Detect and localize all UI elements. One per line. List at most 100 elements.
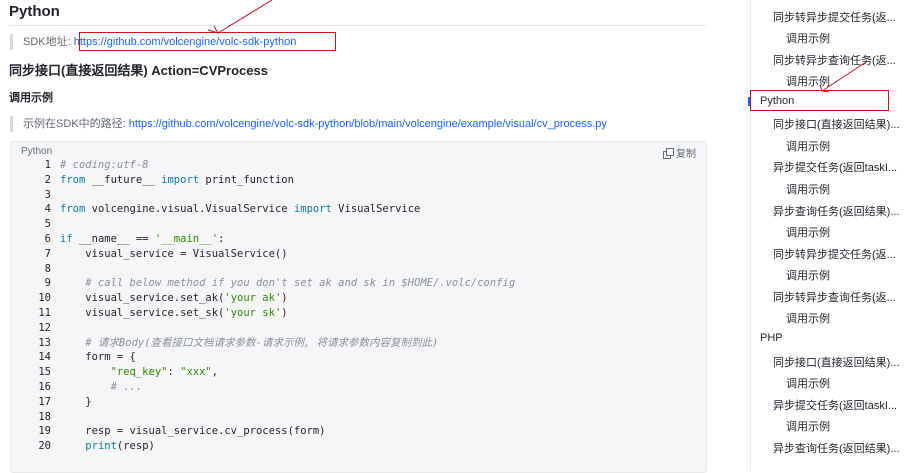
line-number: 16 bbox=[38, 380, 51, 393]
line-number: 6 bbox=[44, 232, 51, 245]
code-token: '__main__' bbox=[154, 232, 219, 245]
line-number: 1 bbox=[44, 159, 51, 171]
heading-python: Python bbox=[9, 3, 60, 20]
code-token: __future__ bbox=[85, 173, 162, 186]
code-token: if bbox=[60, 232, 73, 245]
annotation-box-sdk-link bbox=[79, 32, 336, 51]
line-number: 4 bbox=[44, 203, 51, 216]
code-line: 3 bbox=[11, 188, 706, 203]
code-token: visual_service.set_ak( bbox=[60, 292, 225, 305]
code-token: visual_service.set_sk( bbox=[60, 306, 225, 319]
line-number: 17 bbox=[38, 395, 51, 408]
code-token: # coding:utf-8 bbox=[60, 159, 149, 171]
code-token: # 请求Body(查看接口文档请求参数-请求示例, 将请求参数内容复制到此) bbox=[60, 336, 439, 349]
code-block: Python 复制 1 # coding:utf-8 2 from __future_… bbox=[10, 141, 707, 473]
heading-divider bbox=[9, 25, 706, 26]
toc-divider bbox=[750, 0, 751, 471]
code-line: 20 print (resp) bbox=[11, 439, 706, 454]
code-line: 15 "req_key": "xxx", bbox=[11, 365, 706, 380]
code-line: 7 visual_service = VisualService() bbox=[11, 247, 706, 262]
code-line: 11 visual_service.set_sk('your sk') bbox=[11, 306, 706, 321]
code-line: 17 } bbox=[11, 395, 706, 410]
code-token: ) bbox=[281, 292, 288, 305]
code-language-label: Python bbox=[21, 146, 53, 157]
doc-content: Python SDK地址: https://github.com/volceng… bbox=[0, 0, 712, 473]
line-number: 7 bbox=[44, 247, 51, 260]
toc-item[interactable]: 调用示例 bbox=[786, 224, 921, 240]
toc-sidebar: 同步转异步提交任务(返... 调用示例 同步转异步查询任务(返... 调用示例 Pyth… bbox=[712, 0, 921, 471]
line-number: 2 bbox=[44, 173, 51, 186]
toc-item[interactable]: 异步查询任务(返回结果)... bbox=[773, 440, 921, 456]
code-line: 5 bbox=[11, 217, 706, 232]
toc-item[interactable]: 同步接口(直接返回结果)... bbox=[773, 116, 921, 132]
code-token: print_function bbox=[199, 173, 294, 186]
code-line: 2 from __future__ import print_function bbox=[11, 173, 706, 188]
code-line: 12 bbox=[11, 321, 706, 336]
toc-item[interactable]: 同步接口(直接返回结果)... bbox=[773, 354, 921, 370]
section-title-sync: 同步接口(直接返回结果) Action=CVProcess bbox=[9, 63, 268, 78]
code-line: 10 visual_service.set_ak('your ak') bbox=[11, 291, 706, 306]
example-path-label: 示例在SDK中的路径: bbox=[23, 118, 126, 130]
toc-item[interactable]: 异步查询任务(返回结果)... bbox=[773, 203, 921, 219]
line-number: 15 bbox=[38, 366, 51, 379]
toc-item[interactable]: 异步提交任务(返回taskI... bbox=[773, 397, 921, 413]
code-line: 8 bbox=[11, 262, 706, 277]
code-line: 18 bbox=[11, 410, 706, 425]
code-token: (resp) bbox=[116, 440, 155, 453]
code-token: # ... bbox=[60, 380, 143, 393]
heading-example: 调用示例 bbox=[9, 92, 53, 104]
toc-item[interactable]: 同步转异步提交任务(返... bbox=[773, 246, 921, 262]
toc-item[interactable]: 同步转异步提交任务(返... bbox=[773, 9, 921, 25]
code-token: visual_service = VisualService() bbox=[60, 247, 288, 260]
code-token: from bbox=[60, 173, 86, 186]
code-line: 13 # 请求Body(查看接口文档请求参数-请求示例, 将请求参数内容复制到此… bbox=[11, 336, 706, 351]
line-number: 5 bbox=[44, 218, 51, 231]
code-line: 4 from volcengine.visual.VisualService im… bbox=[11, 202, 706, 217]
example-path-link[interactable]: https://github.com/volcengine/volc-sdk-p… bbox=[129, 118, 607, 130]
toc-item[interactable]: PHP bbox=[760, 332, 920, 344]
code-token: from bbox=[60, 203, 86, 216]
toc-item[interactable]: 调用示例 bbox=[786, 73, 921, 89]
toc-item[interactable]: 调用示例 bbox=[786, 30, 921, 46]
code-token: 'your sk' bbox=[224, 306, 282, 319]
code-token: "xxx" bbox=[180, 366, 212, 379]
line-number: 18 bbox=[38, 410, 51, 423]
code-token: print bbox=[85, 440, 117, 453]
code-line: 9 # call below method if you don't set a… bbox=[11, 276, 706, 291]
toc-item-active[interactable]: Python bbox=[760, 95, 920, 107]
code-token: , bbox=[211, 366, 219, 379]
line-number: 8 bbox=[44, 262, 51, 275]
code-line: 1 # coding:utf-8 bbox=[11, 158, 706, 173]
toc-item[interactable]: 异步提交任务(返回taskI... bbox=[773, 159, 921, 175]
toc-item[interactable]: 同步转异步查询任务(返... bbox=[773, 289, 921, 305]
code-token: : bbox=[167, 366, 181, 379]
code-token: ) bbox=[281, 306, 288, 319]
line-number: 19 bbox=[38, 425, 51, 438]
toc-item[interactable]: 调用示例 bbox=[786, 138, 921, 154]
line-number: 3 bbox=[44, 188, 51, 201]
toc-item[interactable]: 调用示例 bbox=[786, 375, 921, 391]
toc-item[interactable]: 同步转异步查询任务(返... bbox=[773, 52, 921, 68]
line-number: 9 bbox=[44, 277, 51, 290]
line-number: 12 bbox=[38, 321, 51, 334]
toc-item[interactable]: 调用示例 bbox=[786, 181, 921, 197]
code-line: 6 if __name__ == '__main__': bbox=[11, 232, 706, 247]
code-line: 16 # ... bbox=[11, 380, 706, 395]
toc-item[interactable]: 调用示例 bbox=[786, 310, 921, 326]
sdk-address-label: SDK地址: bbox=[23, 36, 71, 48]
code-line: 19 resp = visual_service.cv_process(form… bbox=[11, 424, 706, 439]
line-number: 20 bbox=[38, 440, 51, 453]
code-token: : bbox=[218, 232, 225, 245]
code-token: form = { bbox=[60, 351, 136, 364]
code-token: # call below method if you don't set ak … bbox=[60, 277, 516, 290]
line-number: 13 bbox=[38, 336, 51, 349]
code-token: VisualService bbox=[331, 203, 421, 216]
toc-item[interactable]: 调用示例 bbox=[786, 267, 921, 283]
code-line: 14 form = { bbox=[11, 350, 706, 365]
line-number: 10 bbox=[38, 292, 51, 305]
toc-item[interactable]: 调用示例 bbox=[786, 418, 921, 434]
code-token: import bbox=[293, 203, 332, 216]
code-token: "req_key" bbox=[110, 366, 168, 379]
